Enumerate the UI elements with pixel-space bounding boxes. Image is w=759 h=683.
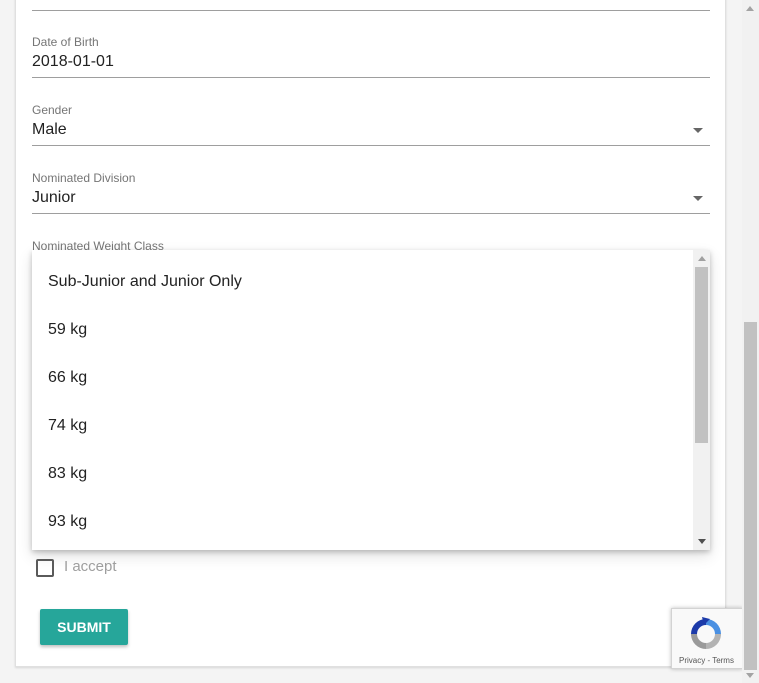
dropdown-option[interactable]: 66 kg (48, 369, 87, 387)
date-of-birth-underline (32, 77, 710, 78)
dropdown-option[interactable]: 83 kg (48, 465, 87, 483)
accept-label[interactable]: I accept (64, 558, 117, 575)
gender-underline (32, 145, 710, 146)
gender-select[interactable]: Gender Male (32, 103, 710, 147)
dropdown-option[interactable]: 59 kg (48, 321, 87, 339)
dropdown-scrollbar-thumb[interactable] (695, 267, 708, 443)
division-underline (32, 213, 710, 214)
dropdown-option[interactable]: 74 kg (48, 417, 87, 435)
dropdown-option[interactable]: 93 kg (48, 513, 87, 531)
gender-value[interactable]: Male (32, 121, 67, 139)
division-value[interactable]: Junior (32, 189, 76, 207)
scroll-down-arrow-icon[interactable] (698, 539, 706, 544)
submit-button[interactable]: SUBMIT (40, 609, 128, 645)
recaptcha-logo-icon (691, 617, 721, 649)
scroll-down-arrow-icon[interactable] (746, 673, 754, 678)
dropdown-option[interactable]: Sub-Junior and Junior Only (48, 273, 242, 291)
date-of-birth-label: Date of Birth (32, 35, 99, 49)
page-scrollbar-thumb[interactable] (744, 322, 757, 670)
dropdown-scrollbar[interactable] (693, 250, 710, 550)
gender-label: Gender (32, 103, 73, 117)
scroll-up-arrow-icon[interactable] (746, 6, 754, 11)
previous-field-underline (32, 10, 710, 11)
date-of-birth-value[interactable]: 2018-01-01 (32, 53, 114, 71)
division-select[interactable]: Nominated Division Junior (32, 171, 710, 215)
chevron-down-icon[interactable] (693, 128, 703, 133)
previous-field[interactable] (32, 0, 710, 11)
chevron-down-icon[interactable] (693, 196, 703, 201)
division-label: Nominated Division (32, 171, 136, 185)
page-scrollbar[interactable] (742, 0, 759, 683)
recaptcha-privacy-terms-link[interactable]: Privacy - Terms (679, 656, 734, 665)
weight-class-dropdown-menu[interactable]: Sub-Junior and Junior Only 59 kg 66 kg 7… (32, 250, 710, 550)
scroll-up-arrow-icon[interactable] (698, 256, 706, 261)
recaptcha-badge[interactable]: Privacy - Terms (671, 608, 743, 669)
checkbox-icon[interactable] (36, 559, 54, 577)
date-of-birth-field[interactable]: Date of Birth 2018-01-01 (32, 35, 710, 79)
